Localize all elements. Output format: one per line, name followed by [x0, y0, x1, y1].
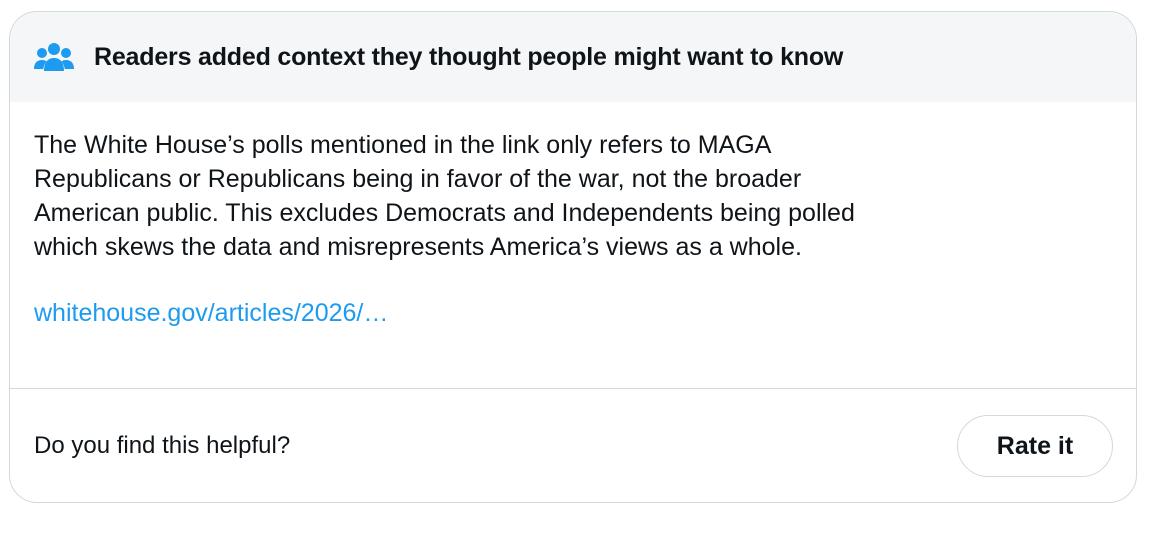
source-link[interactable]: whitehouse.gov/articles/2026/…: [34, 296, 388, 330]
note-footer: Do you find this helpful? Rate it: [10, 389, 1136, 502]
community-note-card: Readers added context they thought peopl…: [9, 11, 1137, 503]
note-header-title: Readers added context they thought peopl…: [94, 42, 844, 71]
rate-it-button[interactable]: Rate it: [957, 415, 1113, 477]
note-text: The White House’s polls mentioned in the…: [34, 131, 855, 261]
helpful-question: Do you find this helpful?: [34, 432, 291, 459]
people-group-icon: [34, 41, 74, 73]
note-header: Readers added context they thought peopl…: [10, 12, 1136, 102]
note-body: The White House’s polls mentioned in the…: [10, 102, 1136, 330]
